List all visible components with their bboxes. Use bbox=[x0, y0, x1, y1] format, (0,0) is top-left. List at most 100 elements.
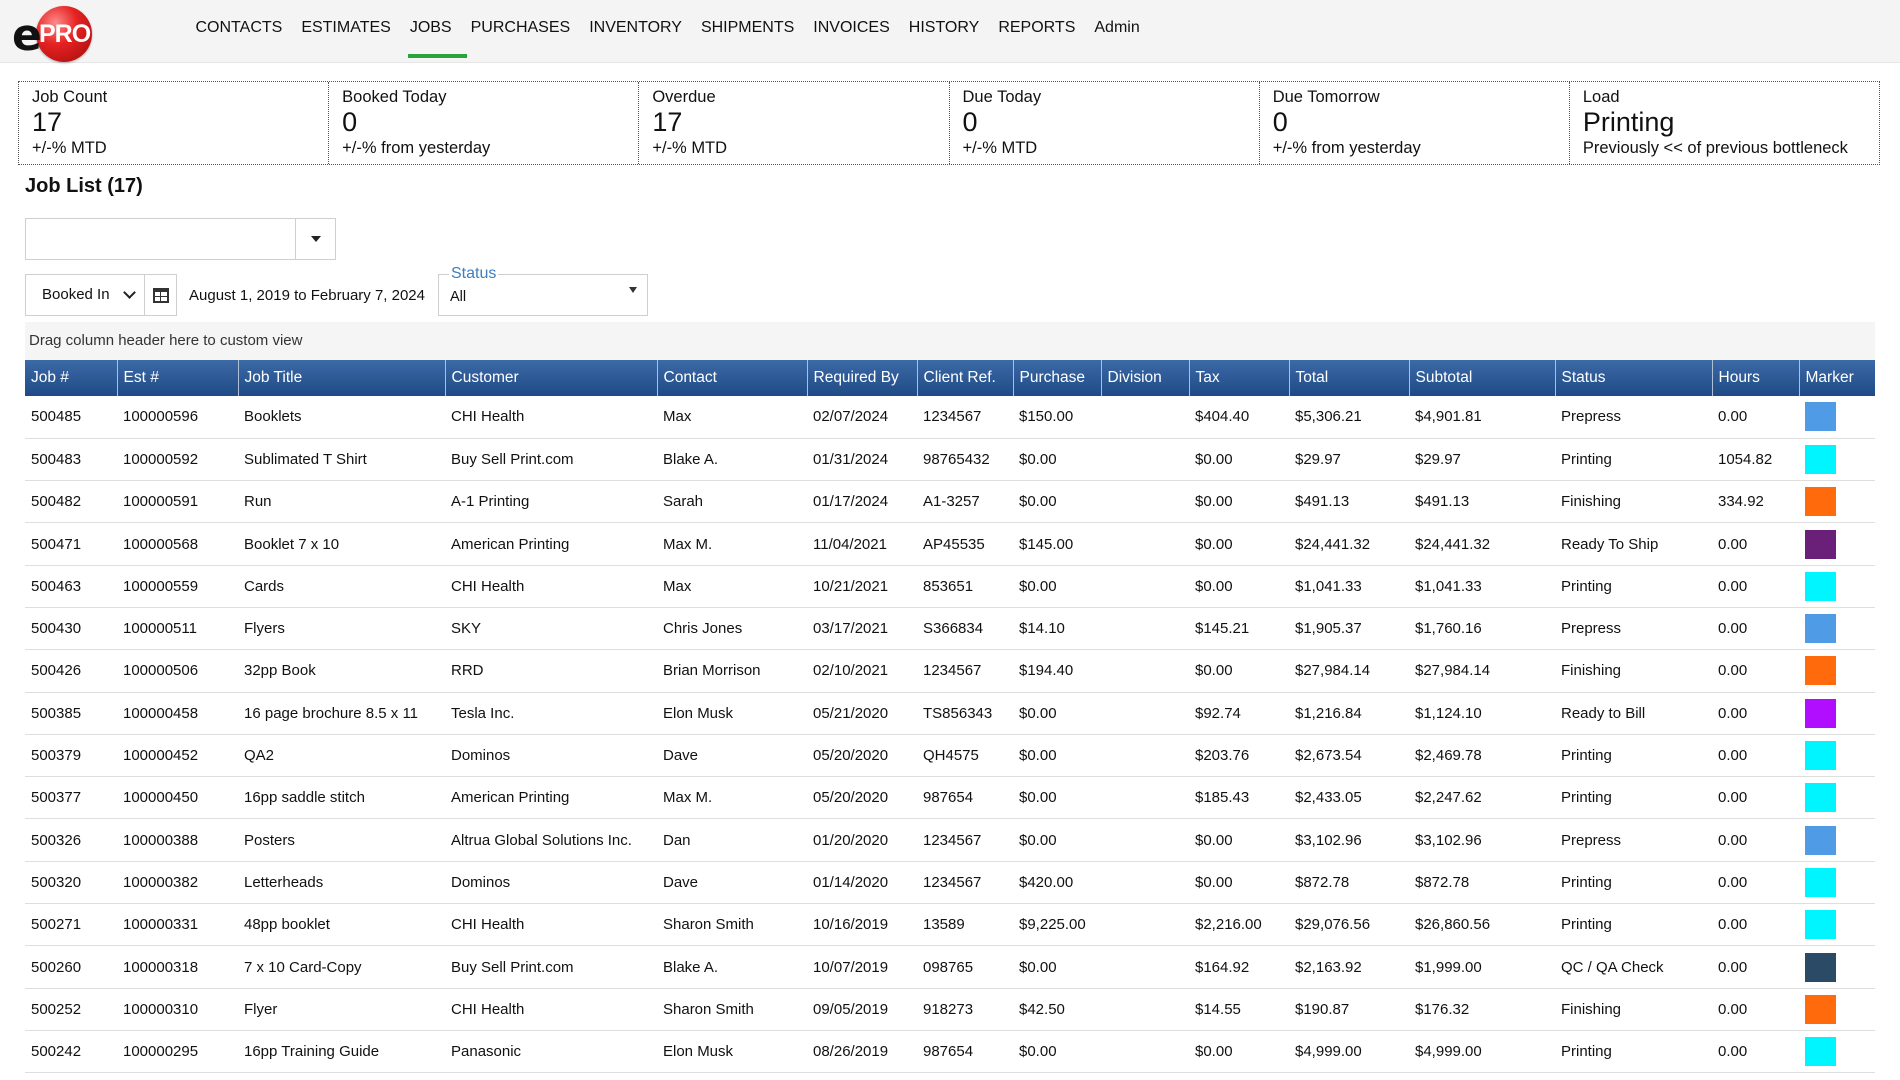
table-row[interactable]: 500379 100000452 QA2 Dominos Dave 05/20/2020 Q… bbox=[25, 734, 1875, 778]
cell-total: $2,163.92 bbox=[1289, 945, 1409, 989]
cell-total: $24,441.32 bbox=[1289, 522, 1409, 566]
col-header-division[interactable]: Division bbox=[1101, 360, 1190, 396]
cell-hours: 0.00 bbox=[1712, 903, 1799, 947]
group-drop-area[interactable]: Drag column header here to custom view bbox=[25, 322, 1875, 360]
status-select-value: All bbox=[450, 289, 467, 305]
table-row[interactable]: 500377 100000450 16pp saddle stitch America… bbox=[25, 776, 1875, 820]
kpi-sub: +/-% MTD bbox=[962, 139, 1038, 157]
table-row[interactable]: 500471 100000568 Booklet 7 x 10 American Pr… bbox=[25, 522, 1875, 566]
cell-status: Printing bbox=[1555, 734, 1712, 778]
table-row[interactable]: 500326 100000388 Posters Altrua Global Solu… bbox=[25, 818, 1875, 862]
cell-purchase: $9,225.00 bbox=[1013, 903, 1101, 947]
cell-status: QC / QA Check bbox=[1555, 945, 1712, 989]
status-select[interactable]: Status All bbox=[438, 265, 648, 316]
col-header-status[interactable]: Status bbox=[1555, 360, 1713, 396]
kpi-due-today: Due Today 0 +/-% MTD bbox=[950, 82, 1260, 164]
cell-division bbox=[1101, 649, 1189, 693]
marker-swatch bbox=[1805, 741, 1836, 771]
nav-jobs[interactable]: JOBS bbox=[400, 2, 467, 58]
nav-contacts[interactable]: CONTACTS bbox=[186, 2, 292, 54]
cell-job-number: 500377 bbox=[25, 776, 117, 820]
cell-status: Finishing bbox=[1555, 480, 1712, 524]
table-row[interactable]: 500463 100000559 Cards CHI Health Max 10/21/2… bbox=[25, 565, 1875, 608]
cell-subtotal: $26,860.56 bbox=[1409, 903, 1555, 947]
table-row[interactable]: 500320 100000382 Letterheads Dominos Dave 01/… bbox=[25, 861, 1875, 905]
cell-est-number: 100000318 bbox=[117, 945, 238, 989]
col-header-marker[interactable]: Marker bbox=[1799, 360, 1875, 396]
cell-required-by: 10/21/2021 bbox=[807, 565, 917, 608]
kpi-sub: Previously << of previous bottleneck bbox=[1582, 139, 1848, 157]
cell-tax: $92.74 bbox=[1189, 692, 1289, 735]
table-row[interactable]: 500485 100000596 Booklets CHI Health Max 02/0… bbox=[25, 396, 1875, 439]
table-row[interactable]: 500483 100000592 Sublimated T Shirt Buy Sel… bbox=[25, 438, 1875, 482]
col-header-required-by[interactable]: Required By bbox=[807, 360, 918, 396]
marker-swatch bbox=[1805, 402, 1836, 432]
cell-est-number: 100000458 bbox=[117, 692, 238, 735]
table-row[interactable]: 500260 100000318 7 x 10 Card-Copy Buy Sell … bbox=[25, 945, 1875, 989]
kpi-booked-today: Booked Today 0 +/-% from yesterday bbox=[329, 82, 640, 164]
cell-division bbox=[1101, 692, 1189, 735]
col-header-job[interactable]: Job # bbox=[25, 360, 118, 396]
kpi-value: 0 bbox=[962, 107, 978, 137]
table-row[interactable]: 500252 100000310 Flyer CHI Health Sharon Smi… bbox=[25, 988, 1875, 1031]
kpi-label: Booked Today bbox=[342, 88, 447, 106]
cell-division bbox=[1101, 988, 1189, 1031]
col-header-purchase[interactable]: Purchase bbox=[1013, 360, 1102, 396]
job-table: Job # Est # Job Title Customer Contact R… bbox=[25, 360, 1875, 1074]
col-header-est[interactable]: Est # bbox=[117, 360, 239, 396]
cell-tax: $14.55 bbox=[1189, 988, 1289, 1031]
col-header-tax[interactable]: Tax bbox=[1189, 360, 1290, 396]
cell-customer: RRD bbox=[445, 649, 657, 693]
col-header-customer[interactable]: Customer bbox=[445, 360, 658, 396]
cell-est-number: 100000591 bbox=[117, 480, 238, 524]
cell-required-by: 02/07/2024 bbox=[807, 396, 917, 439]
date-range-text[interactable]: August 1, 2019 to February 7, 2024 bbox=[189, 287, 425, 304]
cell-est-number: 100000559 bbox=[117, 565, 238, 608]
cell-est-number: 100000331 bbox=[117, 903, 238, 947]
view-combobox[interactable] bbox=[25, 218, 336, 260]
calendar-button[interactable] bbox=[145, 274, 177, 316]
col-header-contact[interactable]: Contact bbox=[657, 360, 808, 396]
kpi-load: Load Printing Previously << of previous … bbox=[1570, 82, 1879, 164]
cell-required-by: 10/16/2019 bbox=[807, 903, 917, 947]
table-row[interactable]: 500242 100000295 16pp Training Guide Panaso… bbox=[25, 1030, 1875, 1074]
table-row[interactable]: 500385 100000458 16 page brochure 8.5 x 11… bbox=[25, 692, 1875, 735]
nav-admin[interactable]: Admin bbox=[1085, 2, 1149, 54]
cell-required-by: 01/17/2024 bbox=[807, 480, 917, 524]
kpi-label: Overdue bbox=[652, 88, 716, 106]
cell-est-number: 100000388 bbox=[117, 818, 238, 862]
kpi-value: 17 bbox=[652, 107, 683, 137]
table-row[interactable]: 500426 100000506 32pp Book RRD Brian Morriso… bbox=[25, 649, 1875, 693]
date-field-select[interactable]: Booked In bbox=[25, 274, 145, 316]
cell-marker bbox=[1799, 734, 1875, 778]
cell-purchase: $0.00 bbox=[1013, 692, 1101, 735]
col-header-total[interactable]: Total bbox=[1289, 360, 1410, 396]
marker-swatch bbox=[1805, 952, 1836, 982]
nav-inventory[interactable]: INVENTORY bbox=[580, 2, 692, 54]
cell-client-ref: 1234567 bbox=[917, 649, 1013, 693]
table-row[interactable]: 500430 100000511 Flyers SKY Chris Jones 03/17… bbox=[25, 607, 1875, 651]
col-header-job-title[interactable]: Job Title bbox=[238, 360, 446, 396]
table-row[interactable]: 500482 100000591 Run A-1 Printing Sarah 01/17… bbox=[25, 480, 1875, 524]
epro-logo[interactable]: e PRO bbox=[12, 4, 98, 62]
cell-marker bbox=[1799, 522, 1875, 566]
cell-customer: Buy Sell Print.com bbox=[445, 438, 657, 482]
table-row[interactable]: 500271 100000331 48pp booklet CHI Health Sha… bbox=[25, 903, 1875, 947]
col-header-client-ref[interactable]: Client Ref. bbox=[917, 360, 1014, 396]
cell-est-number: 100000592 bbox=[117, 438, 238, 482]
cell-est-number: 100000568 bbox=[117, 522, 238, 566]
nav-history[interactable]: HISTORY bbox=[899, 2, 989, 54]
col-header-hours[interactable]: Hours bbox=[1712, 360, 1800, 396]
view-combobox-input[interactable] bbox=[26, 219, 294, 259]
nav-reports[interactable]: REPORTS bbox=[989, 2, 1085, 54]
cell-division bbox=[1101, 734, 1189, 778]
view-combobox-toggle[interactable] bbox=[295, 219, 335, 259]
nav-invoices[interactable]: INVOICES bbox=[804, 2, 899, 54]
nav-estimates[interactable]: ESTIMATES bbox=[292, 2, 401, 54]
cell-contact: Max bbox=[657, 396, 807, 439]
marker-swatch bbox=[1805, 444, 1836, 474]
cell-status: Printing bbox=[1555, 903, 1712, 947]
col-header-subtotal[interactable]: Subtotal bbox=[1409, 360, 1556, 396]
nav-purchases[interactable]: PURCHASES bbox=[461, 2, 580, 54]
nav-shipments[interactable]: SHIPMENTS bbox=[691, 2, 803, 54]
